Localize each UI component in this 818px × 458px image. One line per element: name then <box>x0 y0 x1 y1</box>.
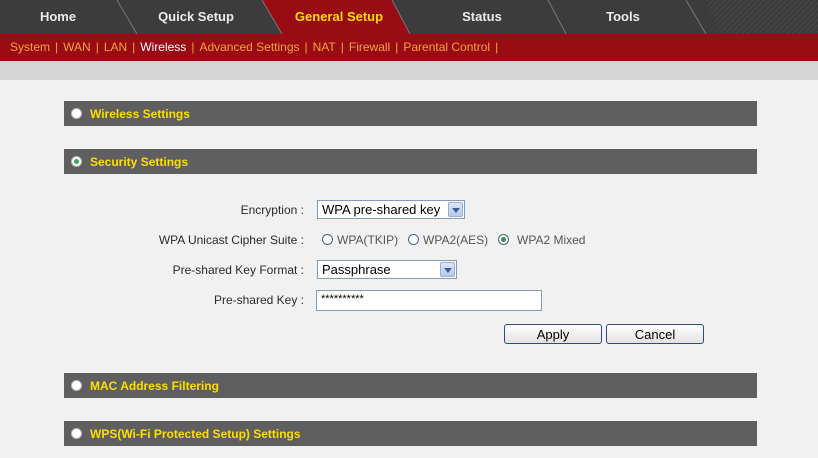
subnav-separator: | <box>340 40 344 54</box>
cancel-button[interactable]: Cancel <box>606 324 704 344</box>
tab-bar-graphic <box>0 0 818 34</box>
sub-navigation: System | WAN | LAN | Wireless | Advanced Setting… <box>0 34 818 61</box>
section-wps-settings[interactable]: WPS(Wi-Fi Protected Setup) Settings <box>64 421 757 446</box>
apply-button[interactable]: Apply <box>504 324 602 344</box>
section-title: Wireless Settings <box>90 107 190 121</box>
cipher-suite-label: WPA Unicast Cipher Suite : <box>158 233 304 247</box>
psk-label: Pre-shared Key : <box>213 293 304 307</box>
tab-general-setup[interactable]: General Setup <box>280 0 398 34</box>
section-radio-icon[interactable] <box>71 380 82 391</box>
section-title: WPS(Wi-Fi Protected Setup) Settings <box>90 427 301 441</box>
encryption-select[interactable]: WPA pre-shared key <box>317 200 465 219</box>
key-format-label: Pre-shared Key Format : <box>172 263 304 277</box>
subnav-wireless[interactable]: Wireless <box>140 40 186 54</box>
subnav-separator: | <box>395 40 399 54</box>
key-format-select-value: Passphrase <box>322 262 391 277</box>
cipher-option-label: WPA(TKIP) <box>337 233 399 247</box>
cipher-option-wpa2-mixed[interactable]: WPA2 Mixed <box>498 233 588 249</box>
section-title: MAC Address Filtering <box>90 379 219 393</box>
subnav-lan[interactable]: LAN <box>104 40 127 54</box>
subnav-separator: | <box>191 40 195 54</box>
radio-selected-icon[interactable] <box>498 234 509 245</box>
subnav-separator: | <box>495 40 499 54</box>
top-tab-bar: Home Quick Setup General Setup Status To… <box>0 0 818 34</box>
radio-icon[interactable] <box>408 234 419 245</box>
section-radio-icon[interactable] <box>71 428 82 439</box>
tab-quick-setup[interactable]: Quick Setup <box>146 0 246 34</box>
tab-home[interactable]: Home <box>18 0 98 34</box>
chevron-down-icon[interactable] <box>440 262 455 277</box>
tab-tools[interactable]: Tools <box>582 0 664 34</box>
subnav-firewall[interactable]: Firewall <box>349 40 390 54</box>
section-radio-icon[interactable] <box>71 108 82 119</box>
encryption-select-value: WPA pre-shared key <box>322 202 441 217</box>
psk-input[interactable]: ********** <box>316 290 542 311</box>
subnav-separator: | <box>55 40 59 54</box>
header-divider-band <box>0 61 818 80</box>
subnav-system[interactable]: System <box>10 40 50 54</box>
radio-icon[interactable] <box>322 234 333 245</box>
key-format-select[interactable]: Passphrase <box>317 260 457 279</box>
encryption-label: Encryption : <box>240 203 304 217</box>
section-radio-selected-icon[interactable] <box>71 156 82 167</box>
subnav-parental-control[interactable]: Parental Control <box>403 40 490 54</box>
subnav-separator: | <box>304 40 308 54</box>
cipher-option-wpa-tkip[interactable]: WPA(TKIP) <box>322 233 402 249</box>
section-title: Security Settings <box>90 155 189 169</box>
chevron-down-icon[interactable] <box>448 202 463 217</box>
subnav-advanced-settings[interactable]: Advanced Settings <box>199 40 299 54</box>
section-mac-address-filtering[interactable]: MAC Address Filtering <box>64 373 757 398</box>
section-security-settings[interactable]: Security Settings <box>64 149 757 174</box>
subnav-wan[interactable]: WAN <box>63 40 91 54</box>
cipher-option-wpa2-aes[interactable]: WPA2(AES) <box>408 233 492 249</box>
subnav-separator: | <box>95 40 99 54</box>
tab-status[interactable]: Status <box>440 0 524 34</box>
subnav-nat[interactable]: NAT <box>313 40 336 54</box>
cipher-option-label: WPA2 Mixed <box>517 233 586 247</box>
cipher-option-label: WPA2(AES) <box>423 233 489 247</box>
subnav-separator: | <box>132 40 136 54</box>
section-wireless-settings[interactable]: Wireless Settings <box>64 101 757 126</box>
